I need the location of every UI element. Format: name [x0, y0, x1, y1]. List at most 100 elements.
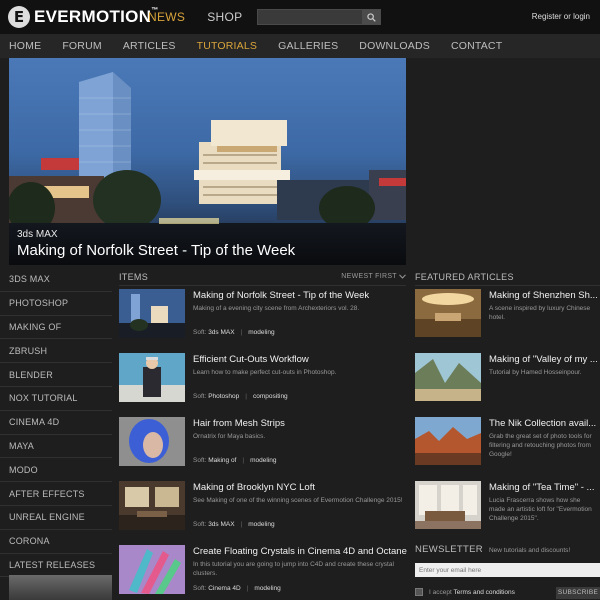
item-tag-link[interactable]: modeling [248, 329, 274, 336]
featured-thumbnail[interactable] [415, 353, 481, 401]
nav-contact[interactable]: CONTACT [451, 40, 502, 52]
register-login-link[interactable]: Register or login [532, 12, 590, 21]
featured-item-description: Grab the great set of photo tools for fi… [489, 433, 592, 458]
sidebar-item-making-of[interactable]: MAKING OF [0, 316, 112, 340]
item-soft-link[interactable]: Cinema 4D [208, 585, 241, 592]
featured-item-description: A scene inspired by luxury Chinese hotel… [489, 305, 591, 321]
sidebar-item-after-effects[interactable]: AFTER EFFECTS [0, 482, 112, 506]
sidebar-item-unreal-engine[interactable]: UNREAL ENGINE [0, 506, 112, 530]
item-description: See Making of one of the winning scenes … [193, 497, 403, 504]
sidebar-item-3ds-max[interactable]: 3DS MAX [0, 268, 112, 292]
nav-tutorials[interactable]: TUTORIALS [197, 40, 258, 52]
item-thumbnail[interactable] [119, 289, 185, 338]
item-thumbnail[interactable] [119, 545, 185, 594]
sidebar-item-photoshop[interactable]: PHOTOSHOP [0, 292, 112, 316]
featured-item-title[interactable]: Making of Shenzhen Sh... [489, 290, 598, 301]
search-icon [366, 12, 376, 22]
top-nav-shop[interactable]: SHOP [207, 10, 242, 24]
sidebar-item-maya[interactable]: MAYA [0, 435, 112, 459]
sidebar-item-nox-tutorial[interactable]: NOX TUTORIAL [0, 387, 112, 411]
item-title[interactable]: Hair from Mesh Strips [193, 418, 285, 429]
sort-dropdown[interactable]: NEWEST FIRST [341, 273, 406, 280]
latest-release-thumbnail[interactable] [9, 575, 112, 600]
newsletter-email-input[interactable] [415, 563, 600, 577]
featured-item-title[interactable]: Making of "Tea Time" - ... [489, 482, 594, 493]
featured-item[interactable]: Making of Shenzhen Sh... A scene inspire… [415, 289, 600, 344]
top-bar: E EVERMOTION™ NEWS SHOP Register or logi… [0, 0, 600, 34]
sidebar-item-cinema-4d[interactable]: CINEMA 4D [0, 411, 112, 435]
nav-articles[interactable]: ARTICLES [123, 40, 176, 52]
item-title[interactable]: Efficient Cut-Outs Workflow [193, 354, 309, 365]
item-thumbnail[interactable] [119, 353, 185, 402]
terms-link[interactable]: Terms and conditions [453, 589, 514, 596]
hero-banner[interactable]: 3ds MAX Making of Norfolk Street - Tip o… [9, 58, 406, 265]
search-button[interactable] [362, 10, 380, 24]
logo-text: EVERMOTION™ [34, 7, 159, 26]
featured-thumbnail[interactable] [415, 417, 481, 465]
item-title[interactable]: Create Floating Crystals in Cinema 4D an… [193, 546, 407, 557]
item-meta: Soft: Making of | modeling [193, 457, 277, 464]
item-soft-link[interactable]: Photoshop [208, 393, 239, 400]
item-row[interactable]: Create Floating Crystals in Cinema 4D an… [119, 545, 407, 600]
site-logo[interactable]: E EVERMOTION™ [8, 5, 159, 29]
featured-header: FEATURED ARTICLES [415, 268, 600, 286]
items-header: ITEMS NEWEST FIRST [119, 268, 406, 286]
item-title[interactable]: Making of Brooklyn NYC Loft [193, 482, 315, 493]
tea-time-image [415, 481, 481, 529]
item-meta: Soft: 3ds MAX | modeling [193, 521, 275, 528]
subscribe-button[interactable]: SUBSCRIBE [556, 587, 600, 599]
item-description: In this tutorial you are going to jump i… [193, 561, 394, 577]
item-row[interactable]: Making of Norfolk Street - Tip of the We… [119, 289, 406, 344]
search-box [257, 9, 381, 28]
item-thumbnail[interactable] [119, 417, 185, 466]
sidebar-item-latest-releases[interactable]: LATEST RELEASES [0, 554, 112, 578]
item-thumbnail[interactable] [119, 481, 185, 530]
sidebar-item-modo[interactable]: MODO [0, 458, 112, 483]
item-row[interactable]: Making of Brooklyn NYC Loft See Making o… [119, 481, 406, 536]
item-tag-link[interactable]: modeling [248, 521, 274, 528]
search-input[interactable] [258, 13, 362, 28]
item-row[interactable]: Efficient Cut-Outs Workflow Learn how to… [119, 353, 406, 408]
hero-category[interactable]: 3ds MAX [17, 229, 58, 240]
item-description: Ornatrix for Maya basics. [193, 433, 266, 440]
hero-title[interactable]: Making of Norfolk Street - Tip of the We… [17, 242, 295, 259]
item-row[interactable]: Hair from Mesh Strips Ornatrix for Maya … [119, 417, 406, 472]
featured-item[interactable]: Making of "Tea Time" - ... Lucia Frascer… [415, 481, 600, 536]
item-title[interactable]: Making of Norfolk Street - Tip of the We… [193, 290, 369, 301]
nav-forum[interactable]: FORUM [62, 40, 102, 52]
item-tag-link[interactable]: compositing [253, 393, 288, 400]
item-tag-link[interactable]: modeling [254, 585, 280, 592]
featured-thumbnail[interactable] [415, 289, 481, 337]
item-tag-link[interactable]: modeling [250, 457, 276, 464]
crystals-image [119, 545, 185, 594]
featured-item-description: Tutorial by Hamed Hosseinpour. [489, 369, 582, 376]
cutout-image [119, 353, 185, 402]
terms-label: I accept Terms and conditions [429, 589, 515, 596]
featured-item-title[interactable]: The Nik Collection avail... [489, 418, 596, 429]
sidebar-item-zbrush[interactable]: ZBRUSH [0, 339, 112, 364]
norfolk-street-image [119, 289, 185, 338]
featured-item[interactable]: The Nik Collection avail... Grab the gre… [415, 417, 600, 472]
hair-image [119, 417, 185, 466]
item-description: Learn how to make perfect cut-outs in Ph… [193, 369, 337, 376]
featured-thumbnail[interactable] [415, 481, 481, 529]
loft-image [119, 481, 185, 530]
nav-downloads[interactable]: DOWNLOADS [359, 40, 430, 52]
nav-galleries[interactable]: GALLERIES [278, 40, 338, 52]
item-soft-link[interactable]: 3ds MAX [208, 521, 234, 528]
nav-home[interactable]: HOME [9, 40, 41, 52]
featured-title: FEATURED ARTICLES [415, 271, 514, 282]
newsletter-header: NEWSLETTER New tutorials and discounts! [415, 544, 600, 555]
item-soft-link[interactable]: Making of [208, 457, 236, 464]
sidebar-item-blender[interactable]: BLENDER [0, 363, 112, 387]
evermotion-logo-icon: E [8, 6, 30, 28]
item-meta: Soft: Photoshop | compositing [193, 393, 288, 400]
newsletter-title: NEWSLETTER [415, 544, 483, 555]
item-soft-link[interactable]: 3ds MAX [208, 329, 234, 336]
sidebar-item-corona[interactable]: CORONA [0, 530, 112, 554]
top-nav-news[interactable]: NEWS [148, 10, 185, 24]
featured-item[interactable]: Making of "Valley of my ... Tutorial by … [415, 353, 600, 408]
terms-checkbox[interactable] [415, 588, 423, 596]
nik-collection-image [415, 417, 481, 465]
featured-item-title[interactable]: Making of "Valley of my ... [489, 354, 598, 365]
